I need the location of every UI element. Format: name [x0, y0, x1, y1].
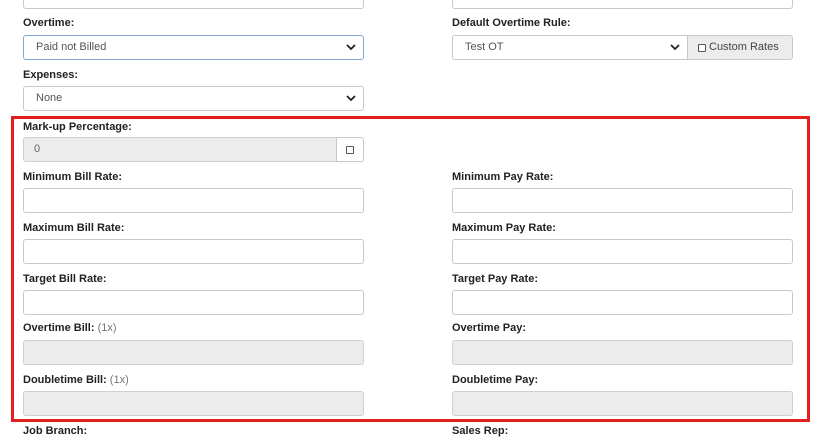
overtime-pay-label: Overtime Pay:	[452, 322, 526, 334]
default-overtime-rule-select[interactable]: Test OT	[452, 35, 688, 60]
expenses-label: Expenses:	[23, 69, 79, 81]
doubletime-bill-label: Doubletime Bill: (1x)	[23, 374, 129, 386]
expenses-select[interactable]: None	[23, 86, 364, 111]
target-pay-rate-label: Target Pay Rate:	[452, 273, 538, 285]
doubletime-bill-label-text: Doubletime Bill:	[23, 374, 107, 386]
minimum-pay-rate-input[interactable]	[452, 188, 793, 213]
markup-percentage-label: Mark-up Percentage:	[23, 121, 132, 133]
doubletime-bill-input	[23, 391, 364, 416]
job-branch-label: Job Branch:	[23, 425, 88, 437]
overtime-selected-value: Paid not Billed	[36, 41, 107, 53]
previous-field-right[interactable]	[452, 0, 793, 9]
target-pay-rate-input[interactable]	[452, 290, 793, 315]
markup-override-checkbox[interactable]	[346, 146, 354, 154]
target-bill-rate-label: Target Bill Rate:	[23, 273, 107, 285]
markup-percentage-value: 0	[34, 143, 41, 155]
maximum-bill-rate-input[interactable]	[23, 239, 364, 264]
overtime-bill-label-text: Overtime Bill:	[23, 322, 95, 334]
overtime-pay-input	[452, 340, 793, 365]
minimum-bill-rate-input[interactable]	[23, 188, 364, 213]
maximum-pay-rate-input[interactable]	[452, 239, 793, 264]
overtime-label: Overtime:	[23, 17, 75, 29]
overtime-bill-multiplier: (1x)	[97, 322, 117, 334]
default-overtime-rule-selected-value: Test OT	[465, 41, 504, 53]
markup-percentage-input: 0	[23, 137, 337, 162]
expenses-selected-value: None	[36, 92, 63, 104]
target-bill-rate-input[interactable]	[23, 290, 364, 315]
doubletime-bill-multiplier: (1x)	[109, 374, 129, 386]
maximum-bill-rate-label: Maximum Bill Rate:	[23, 222, 125, 234]
minimum-pay-rate-label: Minimum Pay Rate:	[452, 171, 554, 183]
custom-rates-checkbox[interactable]	[698, 44, 706, 52]
minimum-bill-rate-label: Minimum Bill Rate:	[23, 171, 123, 183]
chevron-down-icon	[345, 92, 357, 104]
sales-rep-label: Sales Rep:	[452, 425, 509, 437]
custom-rates-toggle[interactable]: Custom Rates	[687, 35, 793, 60]
overtime-bill-label: Overtime Bill: (1x)	[23, 322, 117, 334]
doubletime-pay-label: Doubletime Pay:	[452, 374, 539, 386]
doubletime-pay-input	[452, 391, 793, 416]
markup-checkbox-addon[interactable]	[336, 137, 364, 162]
chevron-down-icon	[345, 41, 357, 53]
overtime-bill-input	[23, 340, 364, 365]
overtime-select[interactable]: Paid not Billed	[23, 35, 364, 60]
previous-field-left[interactable]	[23, 0, 364, 9]
default-overtime-rule-label: Default Overtime Rule:	[452, 17, 571, 29]
chevron-down-icon	[669, 41, 681, 53]
maximum-pay-rate-label: Maximum Pay Rate:	[452, 222, 556, 234]
custom-rates-label: Custom Rates	[709, 41, 779, 53]
